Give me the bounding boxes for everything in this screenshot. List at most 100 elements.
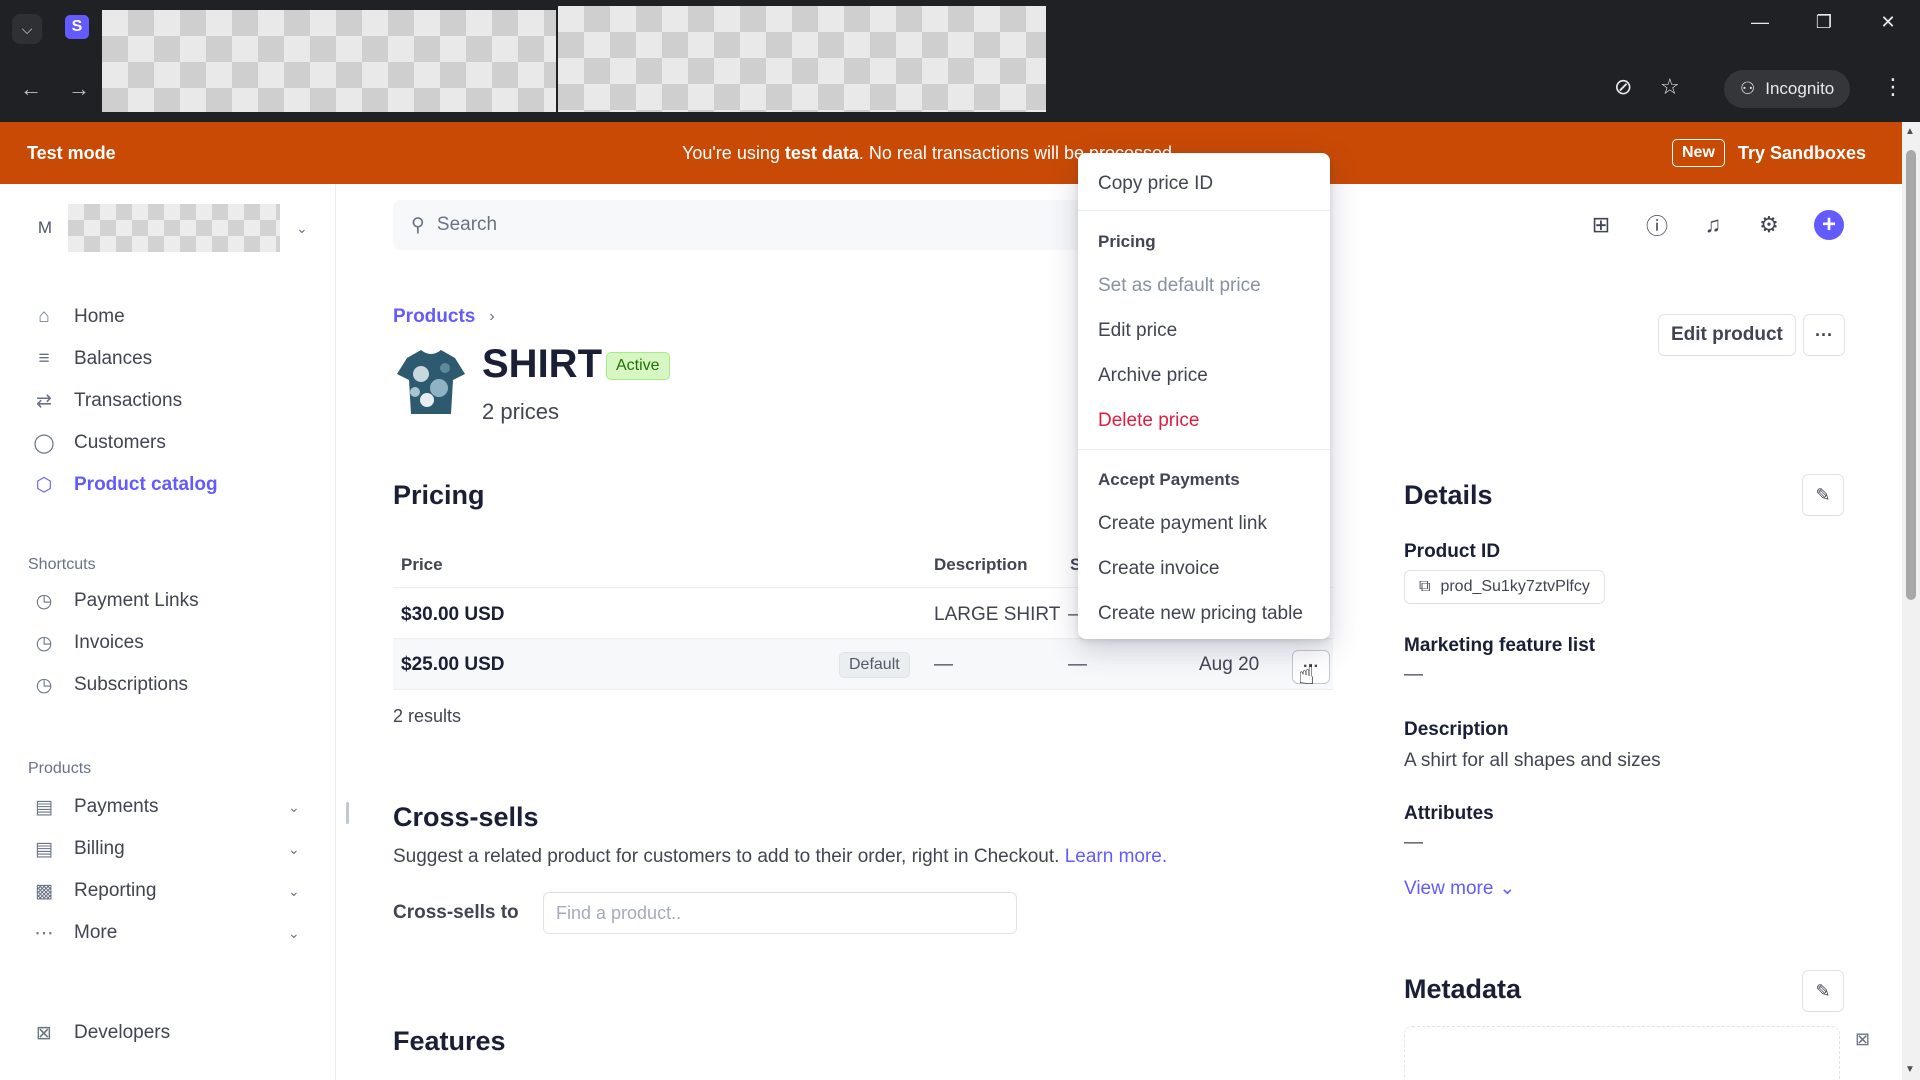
sidebar-item-transactions[interactable]: ⇄ Transactions [32, 386, 182, 416]
menu-item-edit-price[interactable]: Edit price [1098, 320, 1177, 342]
edit-product-button[interactable]: Edit product [1658, 314, 1796, 356]
eye-off-icon[interactable]: ⊘ [1614, 74, 1632, 100]
price-actions-menu: Copy price ID Pricing Set as default pri… [1078, 153, 1330, 639]
scrollbar-thumb[interactable] [1906, 150, 1916, 600]
edit-details-pencil-icon[interactable]: ✎ [1802, 474, 1844, 516]
reporting-icon: ▩ [35, 880, 53, 902]
back-arrow-icon[interactable]: ← [20, 76, 42, 102]
incognito-indicator[interactable]: ⚇ Incognito [1724, 70, 1851, 108]
details-heading: Details [1404, 480, 1493, 510]
description-cell: LARGE SHIRT [934, 604, 1061, 625]
cross-sells-heading: Cross-sells [393, 802, 539, 832]
sidebar-item-invoices[interactable]: ◷ Invoices [32, 628, 144, 658]
view-more-link[interactable]: View more ⌄ [1404, 877, 1515, 900]
find-product-input[interactable] [543, 892, 1017, 934]
breadcrumb-products-link[interactable]: Products [393, 306, 475, 328]
sidebar-item-developers[interactable]: ⊠ Developers [32, 1018, 170, 1048]
minimize-icon[interactable]: — [1740, 12, 1780, 33]
attributes-label: Attributes [1404, 803, 1494, 824]
dashboard-content: M ⌄ ⌂ Home ≡ Balances ⇄ Transactions ◯ C… [0, 184, 1902, 1080]
sidebar-item-label: Product catalog [74, 474, 218, 495]
sidebar-item-more[interactable]: ⋯ More ⌄ [32, 918, 300, 948]
cross-sells-desc-text: Suggest a related product for customers … [393, 846, 1065, 867]
transactions-icon: ⇄ [36, 390, 52, 412]
star-icon[interactable]: ☆ [1660, 74, 1680, 100]
menu-item-archive-price[interactable]: Archive price [1098, 365, 1208, 387]
sidebar: M ⌄ ⌂ Home ≡ Balances ⇄ Transactions ◯ C… [0, 184, 336, 1080]
scroll-down-arrow-icon[interactable]: ▼ [1905, 1064, 1915, 1075]
apps-grid-icon[interactable]: ⊞ [1586, 210, 1616, 240]
sidebar-resize-handle[interactable] [346, 802, 349, 824]
close-window-icon[interactable]: ✕ [1868, 12, 1908, 33]
restore-icon[interactable]: ❐ [1804, 12, 1844, 33]
incognito-label: Incognito [1765, 79, 1835, 98]
sidebar-item-label: Billing [74, 838, 125, 859]
payments-icon: ▤ [35, 796, 53, 818]
account-switcher[interactable]: M ⌄ [28, 204, 308, 252]
try-sandboxes-link[interactable]: Try Sandboxes [1738, 143, 1866, 164]
stripe-favicon: S [65, 15, 89, 39]
sidebar-item-reporting[interactable]: ▩ Reporting ⌄ [32, 876, 300, 906]
account-name-redacted [68, 204, 280, 252]
gear-icon[interactable]: ⚙ [1754, 210, 1784, 240]
sidebar-item-customers[interactable]: ◯ Customers [32, 428, 166, 458]
table-divider [393, 689, 1333, 690]
s-cell: — [1068, 654, 1087, 675]
sidebar-item-product-catalog[interactable]: ⬡ Product catalog [32, 470, 218, 500]
sidebar-item-label: Payments [74, 796, 159, 817]
menu-item-create-invoice[interactable]: Create invoice [1098, 558, 1219, 580]
help-icon[interactable]: ⓘ [1642, 210, 1672, 240]
tab-search-chevron-icon[interactable]: ⌵ [12, 14, 42, 44]
scroll-up-arrow-icon[interactable]: ▲ [1905, 126, 1915, 137]
menu-heading-pricing: Pricing [1098, 232, 1156, 251]
price-cell[interactable]: $25.00 USD [401, 654, 505, 676]
browser-tab-redacted-2[interactable] [558, 6, 1046, 112]
product-id-value: prod_Su1ky7ztvPlfcy [1440, 578, 1590, 595]
description-cell: — [934, 654, 953, 675]
product-id-chip[interactable]: ⧉ prod_Su1ky7ztvPlfcy [1404, 570, 1605, 604]
browser-chrome: ⌵ S — ❐ ✕ ← → ⊘ ☆ ⚇ Incognito ⋮ [0, 0, 1920, 122]
chevron-right-icon: › [489, 308, 495, 325]
sidebar-item-label: Balances [74, 348, 153, 369]
create-plus-button[interactable]: + [1814, 210, 1844, 240]
view-more-label: View more [1404, 877, 1494, 899]
learn-more-link[interactable]: Learn more. [1065, 846, 1167, 867]
product-title: SHIRT [482, 342, 602, 386]
created-cell: Aug 20 [1199, 654, 1260, 675]
menu-item-delete-price[interactable]: Delete price [1098, 410, 1199, 432]
menu-item-create-payment-link[interactable]: Create payment link [1098, 513, 1267, 535]
attributes-value: — [1404, 832, 1423, 853]
search-bar[interactable]: ⚲ Search [393, 200, 1093, 250]
marketing-feature-value: — [1404, 664, 1423, 685]
menu-item-create-pricing-table[interactable]: Create new pricing table [1098, 603, 1303, 625]
terminal-icon[interactable]: ⊠ [1855, 1029, 1870, 1050]
sidebar-item-label: Customers [74, 432, 166, 453]
product-image [393, 344, 469, 420]
sidebar-item-label: More [74, 922, 118, 943]
bell-icon[interactable]: ♫ [1698, 210, 1728, 240]
edit-metadata-pencil-icon[interactable]: ✎ [1802, 970, 1844, 1012]
browser-menu-icon[interactable]: ⋮ [1882, 74, 1904, 100]
cross-sells-description: Suggest a related product for customers … [393, 846, 1167, 868]
sidebar-item-subscriptions[interactable]: ◷ Subscriptions [32, 670, 188, 700]
product-more-button[interactable]: ··· [1803, 314, 1845, 356]
browser-tab-redacted[interactable] [102, 10, 556, 112]
product-id-label: Product ID [1404, 541, 1501, 562]
sidebar-item-payment-links[interactable]: ◷ Payment Links [32, 586, 199, 616]
sidebar-item-billing[interactable]: ▤ Billing ⌄ [32, 834, 300, 864]
menu-heading-accept-payments: Accept Payments [1098, 470, 1240, 489]
sidebar-item-payments[interactable]: ▤ Payments ⌄ [32, 792, 300, 822]
sidebar-item-balances[interactable]: ≡ Balances [32, 344, 152, 374]
test-mode-banner: Test mode You're using test data. No rea… [0, 122, 1920, 184]
forward-arrow-icon[interactable]: → [68, 76, 90, 102]
menu-item-set-default-price[interactable]: Set as default price [1098, 275, 1261, 297]
sidebar-item-home[interactable]: ⌂ Home [32, 302, 124, 332]
sidebar-item-label: Invoices [74, 632, 144, 653]
price-cell[interactable]: $30.00 USD [401, 604, 505, 626]
column-header-description: Description [934, 555, 1028, 574]
clock-icon: ◷ [35, 590, 53, 612]
clock-icon: ◷ [35, 632, 53, 654]
sidebar-item-label: Payment Links [74, 590, 199, 611]
chevron-down-icon: ⌄ [1499, 878, 1516, 899]
menu-item-copy-price-id[interactable]: Copy price ID [1098, 173, 1213, 195]
